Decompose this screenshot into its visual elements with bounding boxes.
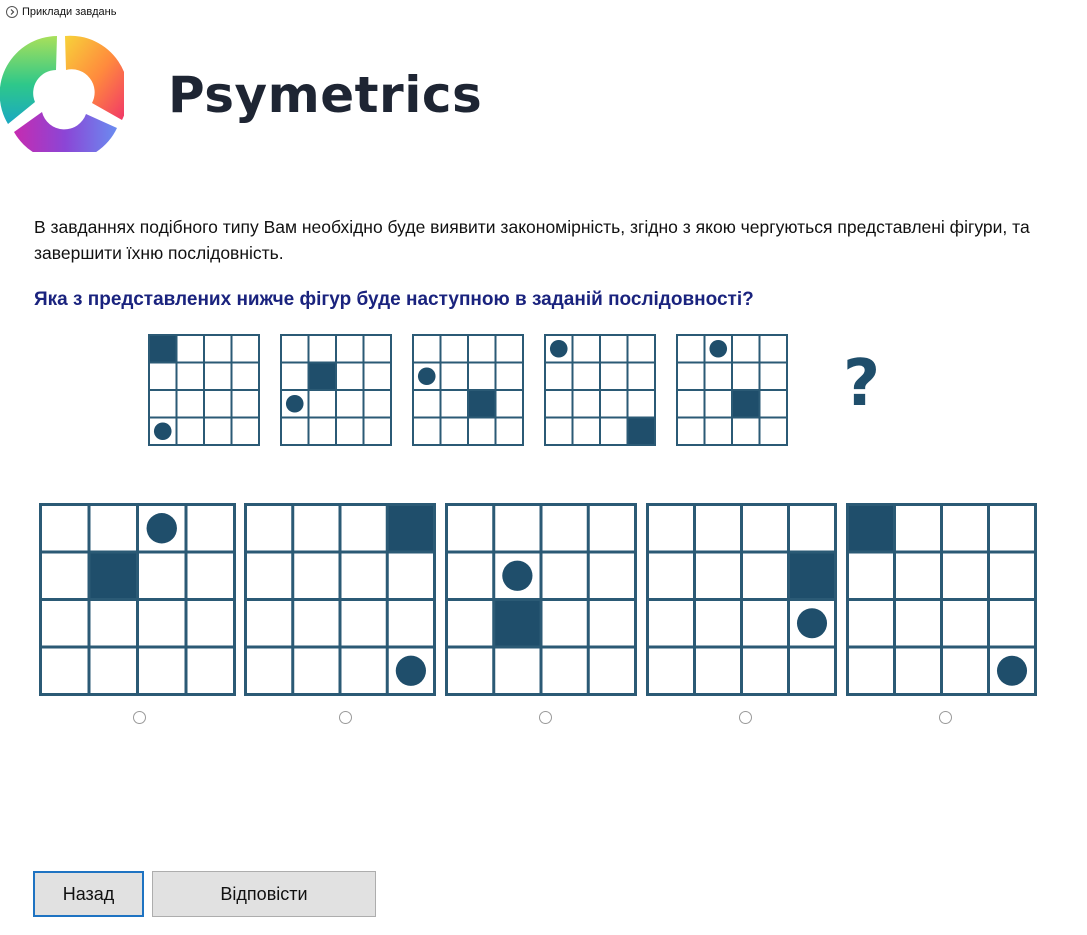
filled-square [847,504,895,552]
filled-square [627,417,655,445]
sequence-figure-1 [148,334,260,446]
examples-link-label: Приклади завдань [22,6,117,18]
filled-circle [146,513,177,544]
grid-lines [676,334,788,446]
filled-circle [395,655,426,686]
sequence-figure-2 [280,334,392,446]
instruction-text: В завданнях подібного типу Вам необхідно… [34,217,1030,263]
examples-link[interactable]: Приклади завдань [6,6,116,18]
filled-circle [549,339,568,358]
filled-circle [285,394,304,413]
filled-circle [996,655,1028,686]
psymetrics-logo [0,35,124,152]
filled-square [732,390,760,418]
filled-circle [417,367,436,386]
answer-radio-2[interactable] [339,711,352,724]
answer-option-4[interactable] [646,503,837,696]
grid-lines [646,503,837,696]
sequence-figure-3 [412,334,524,446]
answer-option-2[interactable] [244,503,436,696]
answer-option-3[interactable] [445,503,637,696]
filled-circle [153,422,172,441]
answer-radio-3[interactable] [539,711,552,724]
answer-radio-4[interactable] [739,711,752,724]
sequence-figure-4 [544,334,656,446]
answer-option-1[interactable] [39,503,236,696]
filled-square [308,362,336,390]
answer-radio-1[interactable] [133,711,146,724]
filled-circle [502,560,533,591]
grid-lines [412,334,524,446]
brand-name: Psymetrics [168,66,483,124]
grid-lines [280,334,392,446]
filled-circle [796,608,828,639]
unknown-figure-mark: ? [843,347,881,421]
answer-radio-5[interactable] [939,711,952,724]
filled-square [149,335,177,363]
filled-square [387,504,435,552]
answer-option-5[interactable] [846,503,1037,696]
chevron-right-icon [6,6,18,18]
filled-square [788,552,836,600]
sequence-figure-5 [676,334,788,446]
filled-circle [709,339,728,358]
grid-lines [445,503,637,696]
filled-square [468,390,496,418]
answer-button[interactable]: Відповісти [152,871,376,917]
grid-lines [39,503,236,696]
back-button[interactable]: Назад [33,871,144,917]
filled-square [493,599,541,647]
question-text: Яка з представлених нижче фігур буде нас… [34,289,754,310]
filled-square [89,552,138,600]
